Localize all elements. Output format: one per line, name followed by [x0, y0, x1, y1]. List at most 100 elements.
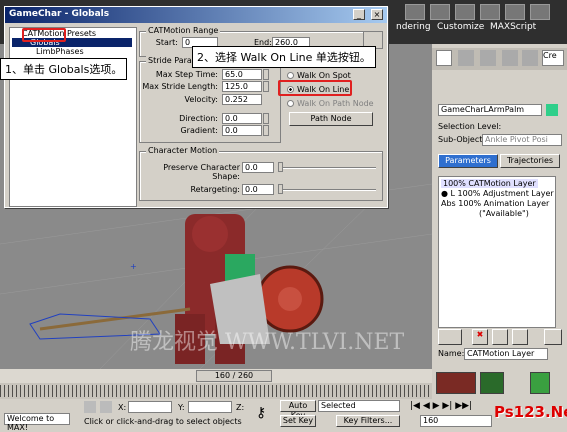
toolbar-row: [436, 74, 562, 90]
maxscript-listener[interactable]: Welcome to MAX!: [4, 413, 70, 432]
toolbar-icon[interactable]: [505, 4, 525, 20]
track-bar-ticks[interactable]: [0, 385, 432, 397]
motion-tab-icon[interactable]: [502, 50, 518, 66]
stride-parameters-group: Stride Parameters Max Step Time: 65.0 Ma…: [139, 56, 281, 143]
walk-on-spot-radio[interactable]: Walk On Spot: [287, 71, 351, 80]
arrow-down-icon[interactable]: [530, 372, 550, 394]
retargeting-field[interactable]: 0.0: [242, 184, 274, 195]
paw-icon[interactable]: [480, 372, 504, 394]
layer-buttons: ✖: [438, 329, 564, 345]
preserve-shape-field[interactable]: 0.0: [242, 162, 274, 173]
max-stride-length-field[interactable]: 125.0: [222, 81, 262, 92]
path-node-button[interactable]: Path Node: [289, 112, 373, 126]
group-title: CATMotion Range: [146, 26, 221, 35]
z-label: Z:: [236, 403, 245, 412]
retargeting-slider[interactable]: [280, 189, 376, 191]
max-stride-length-label: Max Stride Length:: [142, 82, 218, 91]
delete-layer-icon[interactable]: ✖: [472, 329, 488, 345]
paste-layer-icon[interactable]: [512, 329, 528, 345]
set-key-button[interactable]: Set Key: [280, 415, 316, 427]
velocity-field[interactable]: 0.252: [222, 94, 262, 105]
toolbar-icon[interactable]: [430, 4, 450, 20]
status-prompt: Click or click-and-drag to select object…: [84, 417, 242, 426]
max-step-time-label: Max Step Time:: [155, 70, 218, 79]
toolbar-icon[interactable]: [530, 4, 550, 20]
layer-name-field[interactable]: CATMotion Layer: [464, 348, 548, 360]
time-slider-thumb[interactable]: 160 / 260: [196, 370, 272, 382]
spinner[interactable]: [263, 69, 269, 80]
x-label: X:: [118, 403, 127, 412]
create-tab-icon[interactable]: [436, 50, 452, 66]
sub-object-dropdown[interactable]: Ankle Pivot Posi: [482, 134, 562, 146]
key-icon[interactable]: ⚷: [256, 405, 266, 421]
key-set-dropdown[interactable]: Selected: [318, 400, 400, 412]
display-tab-icon[interactable]: [522, 50, 538, 66]
menu-rendering[interactable]: ndering: [396, 22, 431, 32]
slider-thumb[interactable]: [278, 162, 283, 172]
highlight-walk-on-line: [278, 80, 352, 96]
key-filters-button[interactable]: Key Filters...: [336, 415, 400, 427]
slider-thumb[interactable]: [278, 184, 283, 194]
hierarchy-tab-icon[interactable]: [480, 50, 496, 66]
radio-label: Walk On Path Node: [297, 99, 374, 108]
y-label: Y:: [178, 403, 185, 412]
direction-label: Direction:: [179, 114, 218, 123]
auto-key-button[interactable]: Auto Key: [280, 400, 316, 420]
preserve-shape-slider[interactable]: [280, 167, 376, 169]
toolbar-icon[interactable]: [455, 4, 475, 20]
lock-icon[interactable]: [84, 401, 96, 413]
timeline[interactable]: 160 / 260: [0, 369, 432, 399]
radio-dot: [287, 72, 294, 79]
radio-label: Walk On Spot: [297, 71, 351, 80]
current-frame-field[interactable]: 160: [420, 415, 492, 427]
transform-icon[interactable]: [100, 401, 112, 413]
walk-on-path-node-radio[interactable]: Walk On Path Node: [287, 99, 374, 108]
callout-step2: 2、选择 Walk On Line 单选按钮。: [192, 46, 376, 68]
time-slider-track[interactable]: 160 / 260: [0, 369, 432, 383]
object-name-field[interactable]: GameCharLArmPalm: [438, 104, 542, 116]
playback-controls[interactable]: |◀ ◀ ▶ ▶| ▶▶|: [410, 401, 472, 411]
group-title: Character Motion: [146, 146, 220, 155]
y-field[interactable]: [188, 401, 232, 413]
layer-manager-icon[interactable]: [544, 329, 562, 345]
menu-customize[interactable]: Customize: [437, 22, 484, 32]
preserve-shape-label: Preserve Character Shape:: [163, 163, 240, 181]
gradient-label: Gradient:: [180, 126, 218, 135]
spinner[interactable]: [263, 125, 269, 136]
modify-tab-icon[interactable]: [458, 50, 474, 66]
layer-adjustment[interactable]: ● L 100% Adjustment Layer: [441, 189, 554, 198]
tab-parameters[interactable]: Parameters: [438, 154, 498, 168]
svg-text:+: +: [130, 262, 137, 271]
layer-label: 100% Adjustment Layer: [457, 189, 554, 198]
toolbar-icon[interactable]: [405, 4, 425, 20]
x-field[interactable]: [128, 401, 172, 413]
radio-dot: [287, 100, 294, 107]
toolbar-icon[interactable]: [480, 4, 500, 20]
max-step-time-field[interactable]: 65.0: [222, 69, 262, 80]
list-item-limbphases[interactable]: LimbPhases: [36, 47, 84, 56]
retargeting-label: Retargeting:: [190, 185, 240, 194]
copy-layer-icon[interactable]: [492, 329, 508, 345]
layer-label: 100% CATMotion Layer: [443, 179, 536, 188]
character-motion-group: Character Motion Preserve Character Shap…: [139, 146, 383, 201]
layer-label: 100% Animation Layer: [458, 199, 550, 208]
layer-animation[interactable]: Abs 100% Animation Layer: [441, 199, 549, 208]
minimize-button[interactable]: _: [353, 9, 365, 20]
close-button[interactable]: ×: [371, 9, 383, 20]
search-field[interactable]: Cre: [542, 50, 564, 66]
menu-maxscript[interactable]: MAXScript: [490, 22, 536, 32]
tab-trajectories[interactable]: Trajectories: [500, 154, 560, 168]
object-color-swatch[interactable]: [546, 104, 558, 116]
spinner[interactable]: [263, 113, 269, 124]
add-abs-layer-button[interactable]: [438, 329, 462, 345]
velocity-label: Velocity:: [184, 95, 219, 104]
layer-catmotion[interactable]: 100% CATMotion Layer: [441, 179, 538, 188]
spinner[interactable]: [263, 81, 269, 92]
site-logo: Ps123.Net: [494, 403, 567, 421]
dialog-title: GameChar - Globals: [5, 7, 387, 23]
watermark: 腾龙视觉 WWW.TLVI.NET: [130, 330, 405, 355]
direction-field[interactable]: 0.0: [222, 113, 262, 124]
gradient-field[interactable]: 0.0: [222, 125, 262, 136]
layer-available: ("Available"): [479, 209, 529, 218]
color-swatch-brown[interactable]: [436, 372, 476, 394]
